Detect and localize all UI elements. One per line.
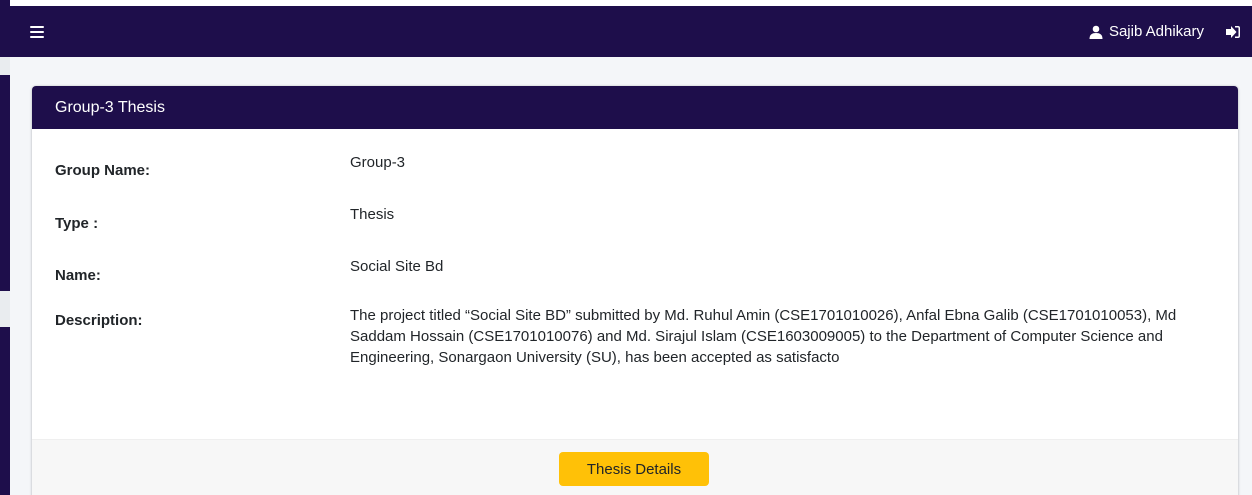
description-text: The project titled “Social Site BD” subm… — [350, 307, 1177, 366]
sidebar-edge — [0, 0, 10, 495]
page: Sajib Adhikary Group-3 Thesis Group Name… — [0, 0, 1252, 495]
thesis-card: Group-3 Thesis Group Name: Group-3 Type … — [32, 86, 1238, 495]
detail-label: Name: — [55, 267, 101, 284]
detail-value: Group-3 — [350, 154, 406, 171]
user-menu[interactable]: Sajib Adhikary — [1089, 23, 1204, 40]
card-footer: Thesis Details — [32, 439, 1238, 495]
user-icon — [1089, 25, 1103, 39]
sign-out-icon[interactable] — [1226, 25, 1240, 38]
detail-label: Type : — [55, 215, 99, 232]
top-navbar: Sajib Adhikary — [10, 6, 1252, 57]
hamburger-icon[interactable] — [30, 25, 44, 38]
detail-label: Description: — [55, 312, 143, 329]
detail-label: Group Name: — [55, 162, 151, 179]
navbar-right: Sajib Adhikary — [1089, 23, 1240, 40]
detail-value: Social Site Bd — [350, 258, 444, 275]
thesis-details-button[interactable]: Thesis Details — [559, 452, 709, 486]
card-title: Group-3 Thesis — [32, 86, 1238, 129]
detail-value: Thesis — [350, 206, 395, 223]
user-name: Sajib Adhikary — [1108, 23, 1204, 40]
